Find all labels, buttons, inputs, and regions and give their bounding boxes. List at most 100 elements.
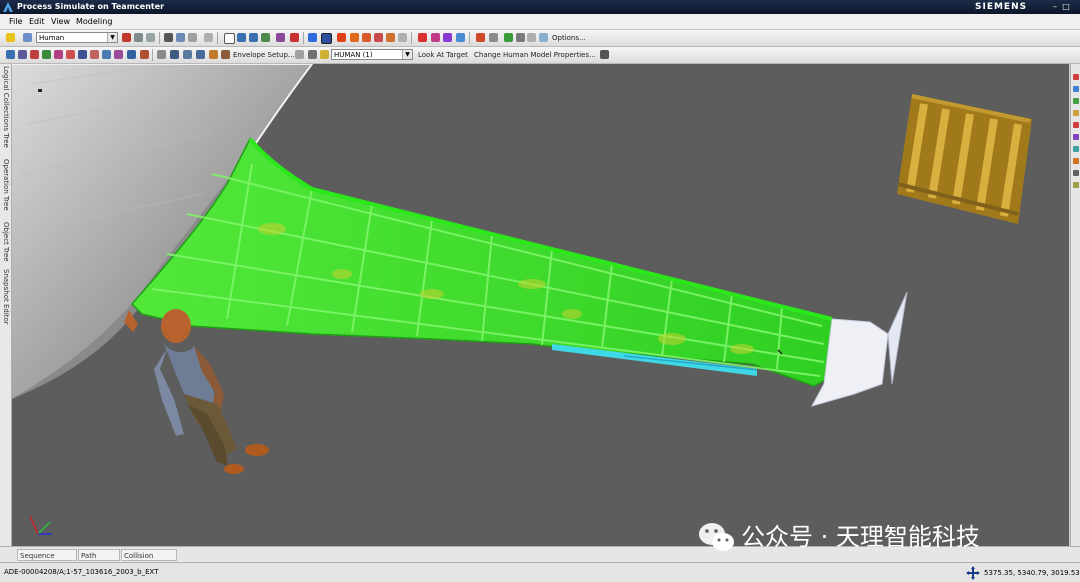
menu-bar: File Edit View Modeling — [0, 14, 1080, 30]
human-ergonomics-icon[interactable] — [114, 50, 123, 59]
tab-sequence-editor[interactable]: Sequence Editor — [17, 549, 77, 572]
pan-icon[interactable] — [237, 33, 246, 42]
human-report-icon[interactable] — [140, 50, 149, 59]
tab-collision-viewer[interactable]: Collision Viewer — [121, 549, 177, 572]
render-shaded-icon[interactable] — [337, 33, 346, 42]
options-icon[interactable] — [539, 33, 548, 42]
select-icon[interactable] — [224, 33, 235, 44]
left-tab-strip: Logical Collections Tree Operation Tree … — [0, 64, 12, 546]
delete-icon[interactable] — [204, 33, 213, 42]
tab-logical-collections-tree[interactable]: Logical Collections Tree — [0, 66, 11, 148]
display-mode-icon[interactable] — [321, 33, 332, 44]
measure-icon[interactable] — [386, 33, 395, 42]
pallet[interactable] — [897, 94, 1032, 224]
viewer-icon[interactable] — [1073, 110, 1079, 116]
menu-modeling[interactable]: Modeling — [76, 16, 112, 27]
fit-icon[interactable] — [276, 33, 285, 42]
human-combo-value: Human — [39, 34, 65, 42]
redo-icon[interactable] — [146, 33, 155, 42]
tab-operation-tree[interactable]: Operation Tree — [0, 159, 11, 211]
separator — [159, 32, 160, 44]
toolbar-overflow-icon[interactable] — [600, 50, 609, 59]
human-frame-icon[interactable] — [157, 50, 166, 59]
options-button[interactable]: Options... — [552, 33, 586, 43]
viewer-icon[interactable] — [1073, 98, 1079, 104]
copy-icon[interactable] — [176, 33, 185, 42]
viewer-icon[interactable] — [1073, 146, 1079, 152]
near-miss-icon[interactable] — [456, 33, 465, 42]
add-icon[interactable] — [504, 33, 513, 42]
section-icon[interactable] — [374, 33, 383, 42]
zoom-icon[interactable] — [249, 33, 258, 42]
align-icon[interactable] — [489, 33, 498, 42]
rotate-icon[interactable] — [261, 33, 270, 42]
human-posture-icon[interactable] — [90, 50, 99, 59]
tool-icon[interactable] — [398, 33, 407, 42]
viewer-icon[interactable] — [1073, 158, 1079, 164]
envelope-setup-button[interactable]: Envelope Setup... — [233, 50, 295, 60]
maximize-icon[interactable]: □ — [1061, 2, 1071, 12]
chevron-down-icon[interactable]: ▼ — [402, 50, 412, 59]
look-at-target-button[interactable]: Look At Target — [418, 50, 468, 60]
human-analysis-icon[interactable] — [127, 50, 136, 59]
human-list-icon[interactable] — [295, 50, 304, 59]
view-icon[interactable] — [290, 33, 299, 42]
jog-icon[interactable] — [476, 33, 485, 42]
viewer-icon[interactable] — [1073, 74, 1079, 80]
human-reset-icon[interactable] — [308, 50, 317, 59]
collision-set-icon[interactable] — [431, 33, 440, 42]
clear-collision-icon[interactable] — [443, 33, 452, 42]
viewer-icon[interactable] — [1073, 122, 1079, 128]
cut-icon[interactable] — [164, 33, 173, 42]
snap-icon[interactable] — [308, 33, 317, 42]
viewer-icon[interactable] — [1073, 182, 1079, 188]
human-pose-icon[interactable] — [18, 50, 27, 59]
change-human-model-button[interactable]: Change Human Model Properties... — [474, 50, 596, 60]
graphic-viewer[interactable] — [12, 64, 1069, 546]
record-icon[interactable] — [122, 33, 131, 42]
render-wire-icon[interactable] — [350, 33, 359, 42]
human-create-icon[interactable] — [6, 50, 15, 59]
menu-view[interactable]: View — [51, 16, 70, 27]
remove-icon[interactable] — [527, 33, 536, 42]
human-combo[interactable]: Human ▼ — [36, 32, 118, 43]
human-toolbar: Envelope Setup... HUMAN (1) ▼ Look At Ta… — [0, 47, 1080, 64]
human-graph-icon[interactable] — [183, 50, 192, 59]
human-table-icon[interactable] — [170, 50, 179, 59]
chevron-down-icon[interactable]: ▼ — [107, 33, 117, 42]
collision-icon[interactable] — [418, 33, 427, 42]
human-joint-icon[interactable] — [102, 50, 111, 59]
human-settings-icon[interactable] — [196, 50, 205, 59]
menu-file[interactable]: File — [9, 16, 22, 27]
paste-icon[interactable] — [188, 33, 197, 42]
human-instance-combo[interactable]: HUMAN (1) ▼ — [331, 49, 413, 60]
human-model-icon[interactable] — [23, 33, 32, 42]
watermark-text: 公众号 · 天理智能科技 — [741, 523, 980, 551]
human-task-icon[interactable] — [78, 50, 87, 59]
human-foot-left — [224, 464, 244, 474]
minimize-icon[interactable]: – — [1050, 2, 1060, 12]
human-select-icon[interactable] — [320, 50, 329, 59]
main-toolbar: Human ▼ Options... — [0, 30, 1080, 47]
wing-assembly[interactable] — [130, 137, 908, 407]
back-icon[interactable] — [6, 33, 15, 42]
menu-edit[interactable]: Edit — [29, 16, 45, 27]
tab-object-tree[interactable]: Object Tree — [0, 222, 11, 262]
dropdown-icon[interactable] — [516, 33, 525, 42]
human-walk-icon[interactable] — [66, 50, 75, 59]
status-object-path: ADE-00004208/A;1-57_103616_2003_b_EXT — [4, 568, 159, 576]
envelope-icon[interactable] — [221, 50, 230, 59]
viewer-icon[interactable] — [1073, 170, 1079, 176]
viewer-icon[interactable] — [1073, 134, 1079, 140]
human-vision-icon[interactable] — [54, 50, 63, 59]
human-grasp-icon[interactable] — [42, 50, 51, 59]
undo-icon[interactable] — [134, 33, 143, 42]
tab-snapshot-editor[interactable]: Snapshot Editor — [0, 269, 11, 325]
render-mixed-icon[interactable] — [362, 33, 371, 42]
human-model[interactable] — [124, 309, 269, 474]
human-weight-icon[interactable] — [209, 50, 218, 59]
winglet — [887, 291, 908, 385]
viewer-icon[interactable] — [1073, 86, 1079, 92]
human-reach-icon[interactable] — [30, 50, 39, 59]
tab-path-editor[interactable]: Path Editor — [78, 549, 120, 572]
